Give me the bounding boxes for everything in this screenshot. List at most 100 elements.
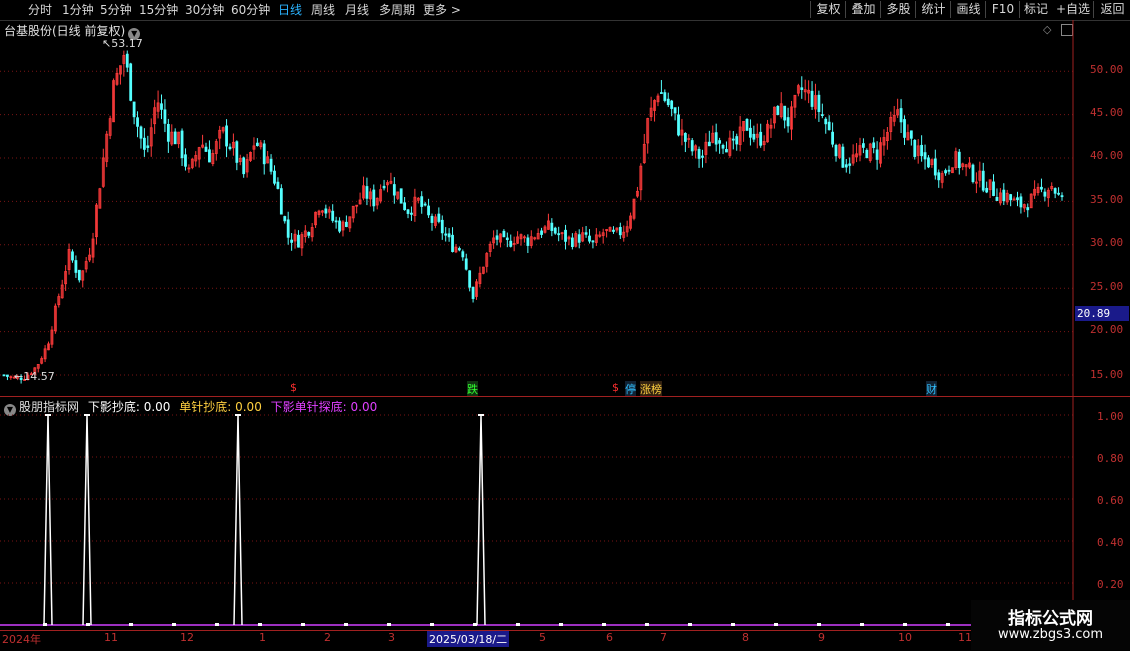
x-label-2: 2 — [324, 631, 331, 644]
candle-body — [163, 109, 167, 124]
candle-body — [495, 235, 499, 240]
period-tab-more[interactable]: 更多 > — [423, 2, 461, 18]
baseline-dot — [946, 623, 950, 626]
candle-body — [74, 260, 78, 273]
candle-body — [1016, 197, 1019, 201]
period-tab-30min[interactable]: 30分钟 — [185, 2, 224, 18]
event-marker-dividend-2[interactable]: $ — [612, 381, 619, 394]
x-label-3: 3 — [388, 631, 395, 644]
x-label-1: 1 — [259, 631, 266, 644]
candles — [2, 50, 1064, 384]
candle-body — [872, 142, 876, 148]
event-marker-limit-up-list[interactable]: 涨榜 — [640, 381, 662, 397]
candle-body — [139, 126, 143, 139]
candle-body — [132, 101, 136, 118]
candle-body — [827, 121, 831, 131]
candle-body — [242, 157, 246, 175]
period-tab-daily[interactable]: 日线 — [278, 2, 302, 18]
x-label-6: 6 — [606, 631, 613, 644]
period-tab-multi[interactable]: 多周期 — [379, 2, 415, 18]
kline-chart[interactable] — [0, 20, 1130, 396]
candle-body — [255, 142, 259, 146]
candle-body — [992, 181, 995, 196]
candle-body — [618, 226, 622, 236]
y-tick-15: 15.00 — [1090, 368, 1124, 381]
candle-body — [749, 127, 752, 138]
y-tick-50: 50.00 — [1090, 63, 1124, 76]
candle-body — [427, 205, 430, 216]
button-add-watchlist[interactable]: 标记 +自选 — [1019, 1, 1094, 18]
x-label-11b: 11 — [958, 631, 972, 644]
candle-body — [1053, 188, 1057, 194]
period-tab-60min[interactable]: 60分钟 — [231, 2, 270, 18]
baseline-dot — [215, 623, 219, 626]
button-back[interactable]: 返回 — [1093, 1, 1130, 18]
baseline-dot — [430, 623, 434, 626]
period-tab-weekly[interactable]: 周线 — [311, 2, 335, 18]
event-marker-fall[interactable]: 跌 — [467, 381, 478, 397]
indicator-chart[interactable] — [0, 397, 1130, 630]
candle-body — [677, 114, 680, 136]
x-label-7: 7 — [660, 631, 667, 644]
button-add-watchlist-label: +自选 — [1055, 2, 1091, 16]
ind-tick-0.4: 0.40 — [1097, 536, 1124, 549]
x-label-cursor-date: 2025/03/18/二 — [427, 631, 510, 647]
candle-body — [670, 100, 674, 109]
candle-body — [776, 105, 780, 115]
button-overlay[interactable]: 叠加 — [845, 1, 881, 18]
period-tab-timeshare[interactable]: 分时 — [28, 2, 52, 18]
shadow-bottom-signal-spike — [43, 414, 53, 626]
event-marker-dividend[interactable]: $ — [290, 381, 297, 394]
period-tab-1min[interactable]: 1分钟 — [62, 2, 94, 18]
baseline-dot — [559, 623, 563, 626]
candle-body — [180, 130, 184, 159]
candle-body — [228, 146, 232, 150]
candle-body — [276, 181, 280, 189]
low-price-value: 14.57 — [23, 370, 55, 383]
candle-body — [166, 124, 170, 142]
event-marker-finance[interactable]: 财 — [926, 381, 937, 397]
candle-body — [666, 98, 670, 106]
candle-body — [862, 143, 865, 148]
candle-body — [526, 237, 530, 246]
candle-body — [334, 220, 338, 223]
button-stats[interactable]: 统计 — [915, 1, 951, 18]
candle-body — [1040, 186, 1043, 190]
candle-body — [903, 119, 906, 138]
candle-body — [269, 158, 273, 172]
candle-body — [262, 143, 266, 165]
baseline-dot — [731, 623, 735, 626]
event-marker-halt[interactable]: 停 — [625, 381, 636, 397]
button-f10[interactable]: F10 — [985, 1, 1020, 18]
button-draw[interactable]: 画线 — [950, 1, 986, 18]
candle-body — [440, 219, 444, 234]
baseline-dot — [258, 623, 262, 626]
candle-body — [444, 233, 448, 236]
candle-body — [570, 237, 574, 247]
candle-body — [382, 185, 386, 189]
candle-body — [659, 92, 663, 94]
candle-body — [577, 234, 581, 243]
candle-body — [399, 188, 403, 204]
candle-body — [752, 133, 756, 140]
candle-body — [235, 141, 239, 163]
period-tab-5min[interactable]: 5分钟 — [100, 2, 132, 18]
button-adjust[interactable]: 复权 — [810, 1, 846, 18]
y-tick-30: 30.00 — [1090, 236, 1124, 249]
candle-body — [273, 170, 276, 184]
candle-body — [981, 170, 985, 191]
period-tab-15min[interactable]: 15分钟 — [139, 2, 178, 18]
baseline-dot — [817, 623, 821, 626]
baseline-dot — [602, 623, 606, 626]
x-label-5: 5 — [539, 631, 546, 644]
candle-body — [286, 219, 290, 238]
candle-body — [663, 92, 667, 101]
baseline-dot — [473, 623, 477, 626]
button-multi-stock[interactable]: 多股 — [880, 1, 916, 18]
shadow-bottom-signal-spike — [233, 414, 243, 626]
period-tab-monthly[interactable]: 月线 — [345, 2, 369, 18]
candle-body — [927, 157, 930, 168]
candle-body — [71, 251, 74, 261]
candle-body — [995, 196, 999, 201]
ind-tick-1: 1.00 — [1097, 410, 1124, 423]
